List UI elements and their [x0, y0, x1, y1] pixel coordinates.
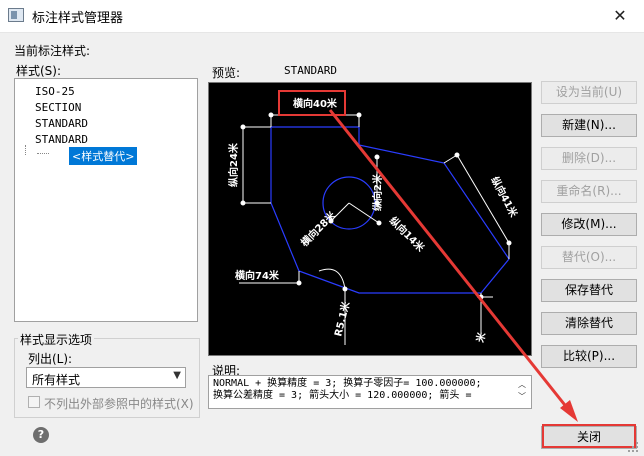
description-line: NORMAL + 换算精度 = 3; 换算子零因子= 100.000000; [213, 378, 482, 389]
highlight-box [542, 424, 636, 448]
help-icon[interactable]: ? [33, 427, 49, 443]
exclude-xrefs-label: 不列出外部参照中的样式(X) [44, 397, 194, 411]
resize-grip-icon[interactable] [626, 440, 640, 454]
description-line: 换算公差精度 = 3; 箭头大小 = 120.000000; 箭头 = [213, 390, 472, 401]
chevron-down-icon: ▼ [173, 370, 181, 381]
set-current-button[interactable]: 设为当前(U) [541, 81, 637, 104]
style-list[interactable]: ISO-25 SECTION STANDARD STANDARD <样式替代> [14, 78, 198, 322]
outline-shape [270, 126, 510, 294]
list-item[interactable]: SECTION [35, 101, 81, 114]
dim-text: 纵向41米 [488, 174, 521, 220]
new-button[interactable]: 新建(N)... [541, 114, 637, 137]
compare-button[interactable]: 比较(P)... [541, 345, 637, 368]
preview-style-name: STANDARD [284, 64, 337, 77]
dim-text: 纵向2米 [371, 173, 384, 211]
tree-connector [25, 145, 26, 155]
preview-drawing: 横向40米 纵向24米 纵向2米 横向28米 纵向14米 纵向41米 横向74米… [227, 90, 521, 345]
description-box: NORMAL + 换算精度 = 3; 换算子零因子= 100.000000; 换… [208, 375, 532, 409]
list-item-selected[interactable]: <样式替代> [67, 146, 139, 166]
display-options-legend: 样式显示选项 [18, 331, 95, 348]
app-icon [8, 8, 24, 22]
description-scroll[interactable]: ︿ ﹀ [518, 379, 526, 403]
dim-text: 纵向14米 [387, 214, 428, 255]
list-item[interactable]: STANDARD [35, 117, 88, 130]
tree-connector [37, 153, 49, 154]
list-label: 列出(L): [28, 352, 73, 366]
dim-text: 横向74米 [235, 269, 280, 282]
chevron-up-icon[interactable]: ︿ [518, 379, 526, 391]
dim-text: 横向40米 [293, 97, 338, 110]
current-style-label: 当前标注样式: [14, 44, 91, 58]
dim-text: R5.1米 [331, 299, 352, 337]
window-title: 标注样式管理器 [32, 11, 124, 26]
list-item[interactable]: ISO-25 [35, 85, 75, 98]
list-filter-value: 所有样式 [32, 373, 81, 387]
styles-label: 样式(S): [16, 64, 62, 78]
dim-text: 横向28米 [298, 208, 339, 249]
override-button[interactable]: 替代(O)... [541, 246, 637, 269]
chevron-down-icon[interactable]: ﹀ [518, 391, 526, 403]
delete-button[interactable]: 删除(D)... [541, 147, 637, 170]
preview-label: 预览: [212, 66, 241, 80]
list-item[interactable]: STANDARD [35, 133, 88, 146]
modify-button[interactable]: 修改(M)... [541, 213, 637, 236]
exclude-xrefs-checkbox[interactable] [28, 396, 40, 408]
preview-canvas: 横向40米 纵向24米 纵向2米 横向28米 纵向14米 纵向41米 横向74米… [208, 82, 532, 356]
window-close-icon[interactable]: ✕ [596, 0, 644, 32]
list-filter-select[interactable]: 所有样式 ▼ [26, 367, 186, 388]
save-override-button[interactable]: 保存替代 [541, 279, 637, 302]
rename-button[interactable]: 重命名(R)... [541, 180, 637, 203]
dim-text: 纵向24米 [227, 142, 240, 187]
clear-override-button[interactable]: 清除替代 [541, 312, 637, 335]
